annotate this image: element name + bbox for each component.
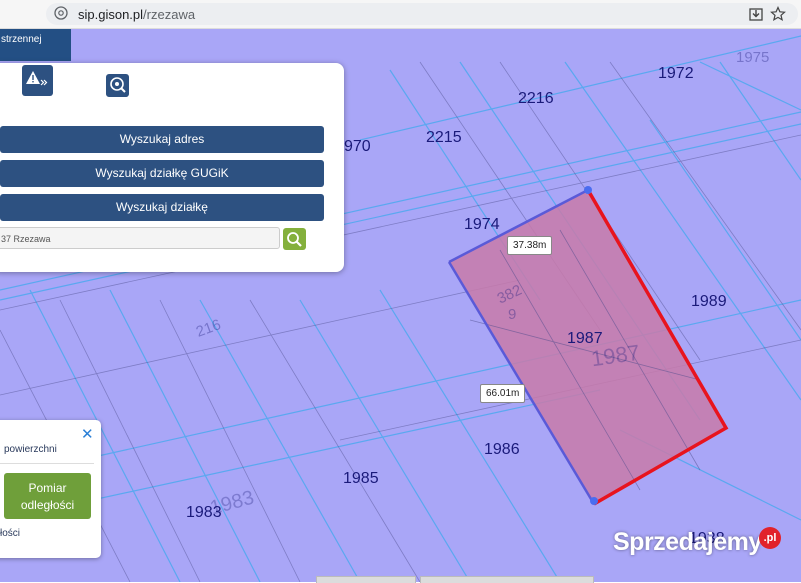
parcel-label: 1974 [464,216,500,233]
faint-map-label: 9 [508,306,517,323]
popup-footer-text: łości [0,528,21,539]
search-parcel-button[interactable]: Wyszukaj działkę [0,194,324,221]
faint-map-label: 1975 [736,49,770,66]
search-location-button[interactable] [106,74,129,97]
parcel-label: 1989 [691,293,727,310]
download-icon[interactable] [748,6,764,22]
address-bar[interactable]: sip.gison.pl/rzezawa [46,3,798,25]
parcel-label: 2216 [518,90,554,107]
parcel-label: 2215 [426,129,462,146]
measure-tools-popup: ✕ powierzchni Pomiar odległości łości [0,420,101,558]
browser-toolbar: sip.gison.pl/rzezawa [0,0,801,29]
button-label-line1: Pomiar [28,481,67,495]
tab-planning[interactable]: strzennej [0,29,71,61]
divider [0,463,94,464]
watermark-badge: .pl [759,527,781,549]
measurement-label: 37.38m [507,236,553,255]
search-icon [287,232,302,247]
vertex-handle[interactable] [584,186,592,194]
parcel-label: 970 [344,138,371,155]
area-measure-option[interactable]: powierzchni [4,444,57,455]
url-host: sip.gison.pl [78,7,144,22]
search-location-icon [110,77,126,93]
url-text[interactable]: sip.gison.pl/rzezawa [78,7,195,22]
distance-measure-button[interactable]: Pomiar odległości [4,473,91,519]
parcel-label: 1972 [658,65,694,82]
parcel-label: 1986 [484,441,520,458]
search-input[interactable]: 37 Rzezawa [0,227,280,249]
button-label-line2: odległości [20,498,75,512]
site-info-icon[interactable] [54,6,68,20]
search-submit-button[interactable] [283,228,306,250]
warning-expand-icon [26,71,48,86]
close-icon[interactable]: ✕ [81,425,94,443]
measurement-label: 66.01m [480,384,526,403]
search-gugik-parcel-button[interactable]: Wyszukaj działkę GUGiK [0,160,324,187]
watermark-logo: Sprzedajemy [613,528,762,556]
vertex-handle[interactable] [590,497,598,505]
url-path: /rzezawa [143,7,196,22]
bookmark-star-icon[interactable] [770,6,786,22]
parcel-label: 1985 [343,470,379,487]
warning-expand-button[interactable] [22,65,53,96]
search-address-button[interactable]: Wyszukaj adres [0,126,324,153]
